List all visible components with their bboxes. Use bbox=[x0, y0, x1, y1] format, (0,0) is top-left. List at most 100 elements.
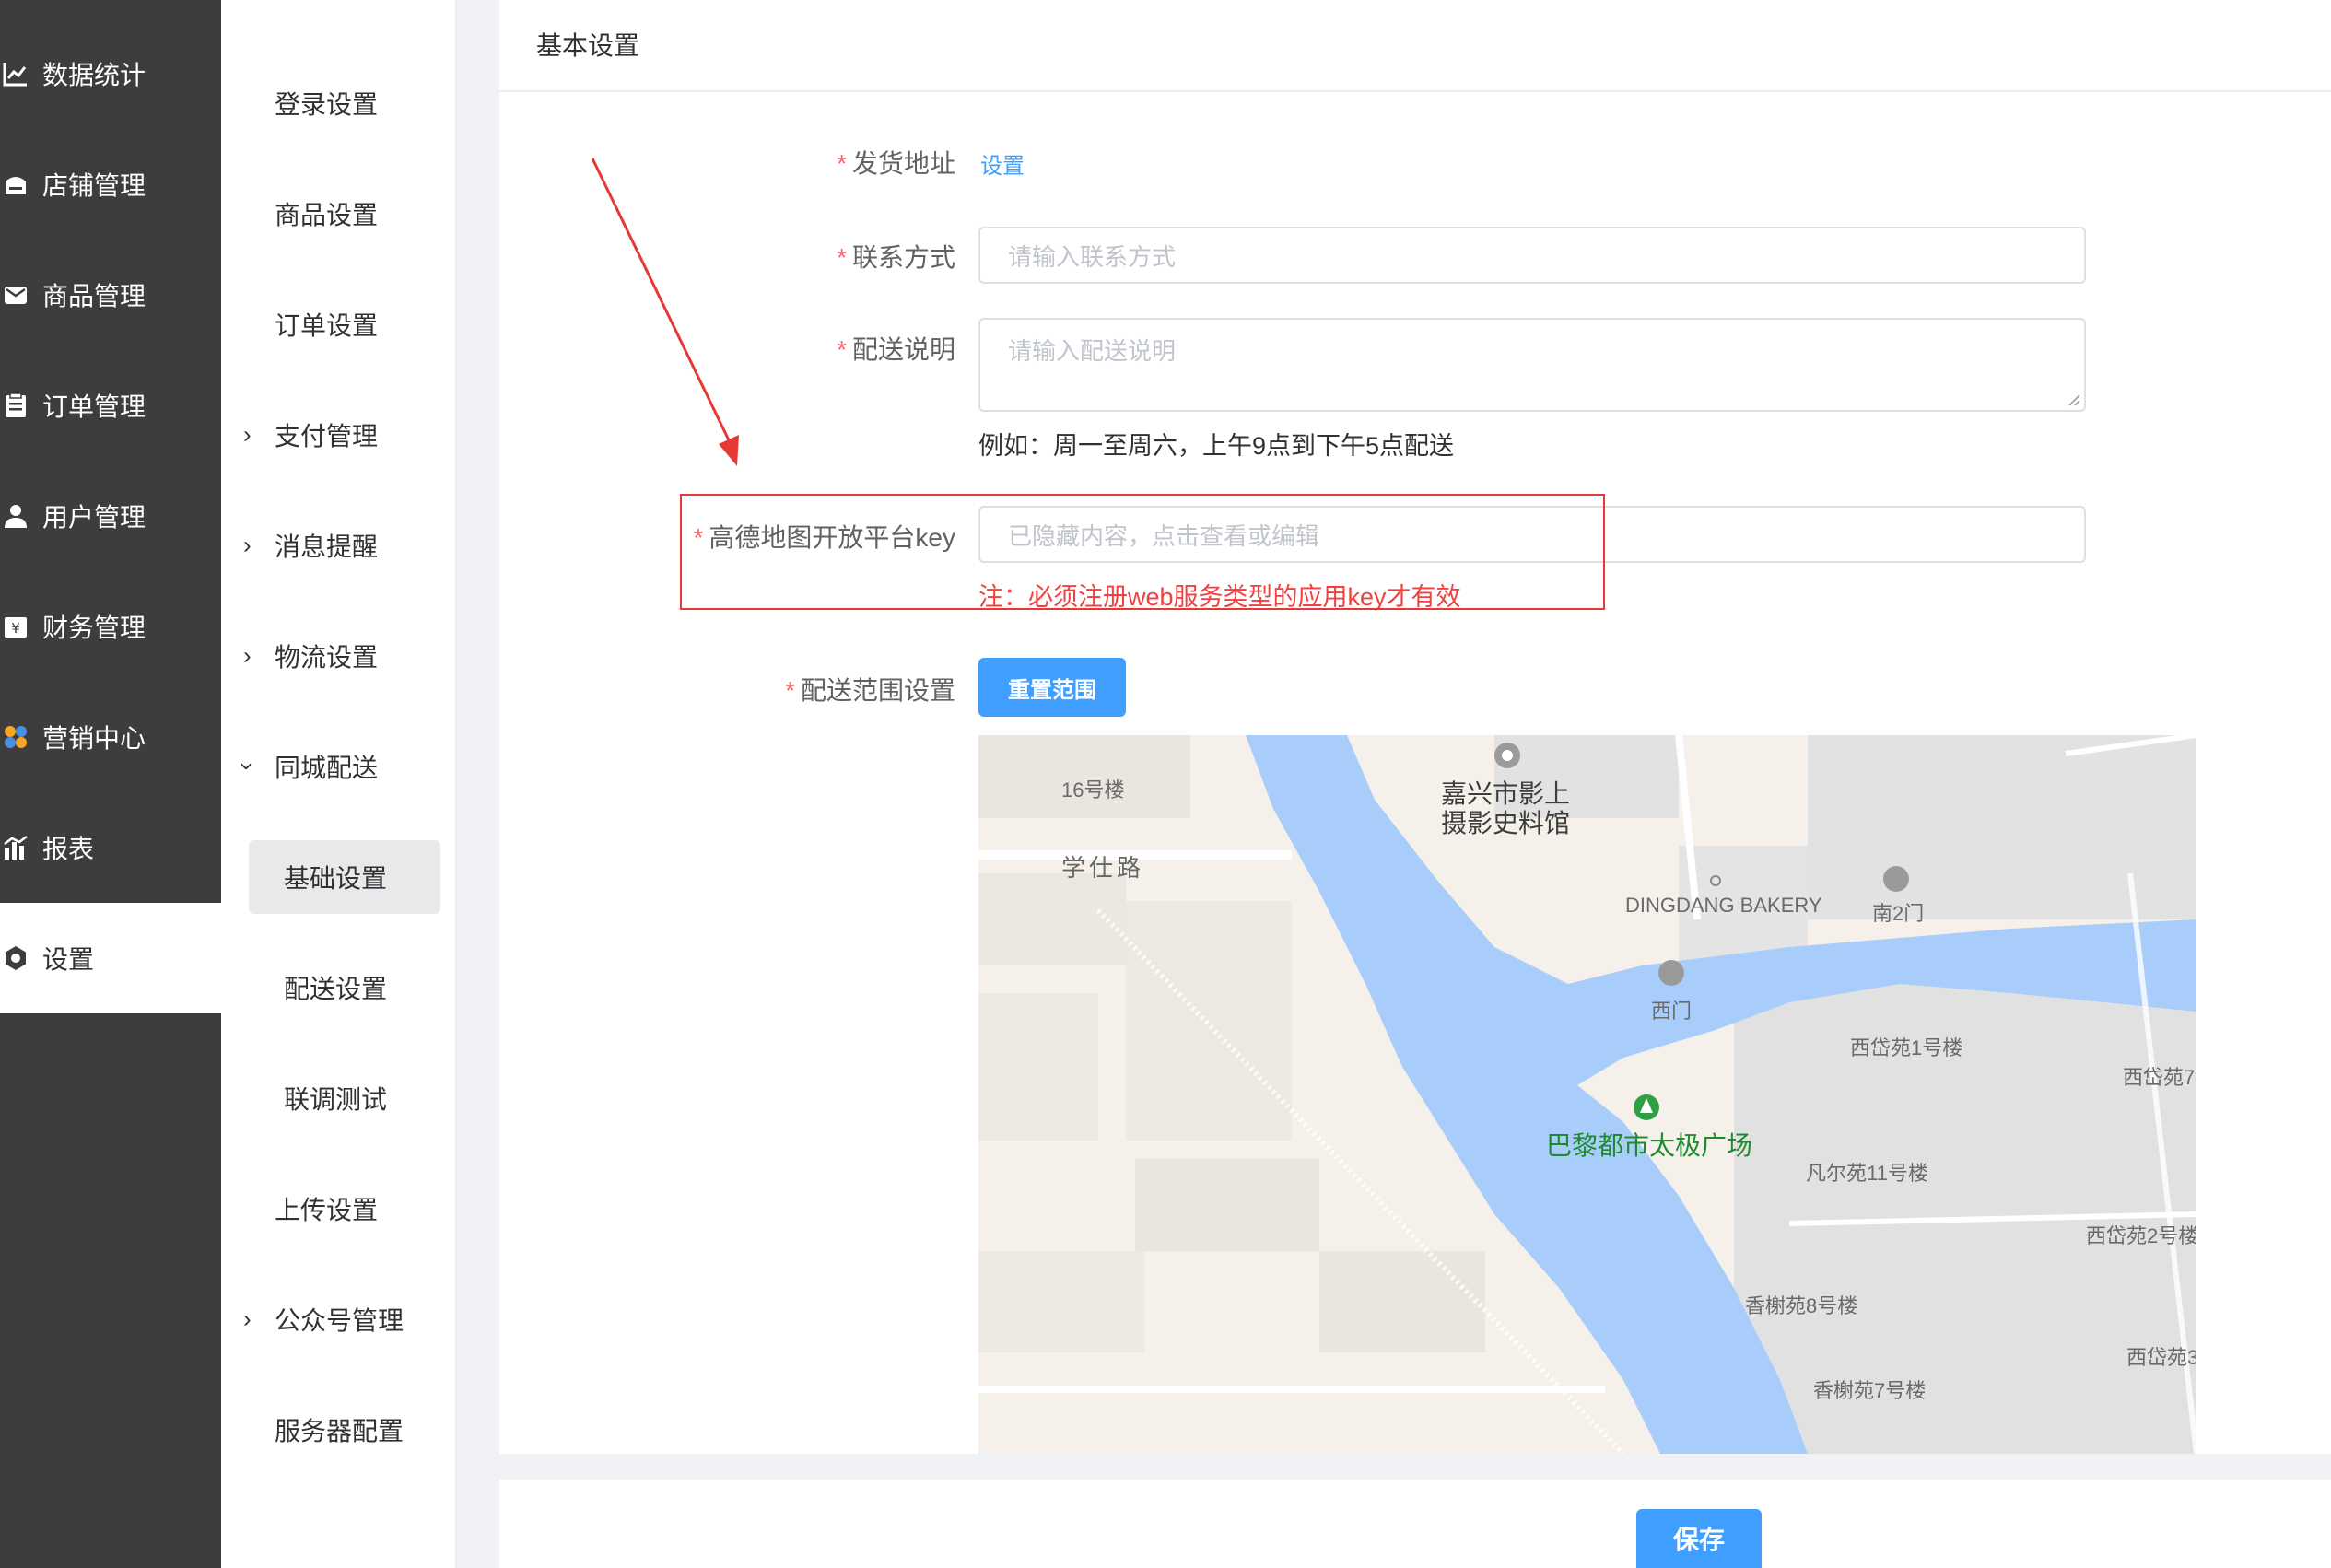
set-address-link[interactable]: 设置 bbox=[980, 147, 1025, 180]
marketing-icon bbox=[2, 723, 29, 751]
subnav-integration-test[interactable]: 联调测试 bbox=[221, 1061, 457, 1135]
required-mark: * bbox=[837, 149, 847, 178]
card-header: 基本设置 bbox=[499, 0, 2331, 92]
subnav-basic-settings[interactable]: 基础设置 bbox=[249, 840, 440, 914]
subnav-notifications[interactable]: › 消息提醒 bbox=[221, 509, 457, 582]
subnav-label: 服务器配置 bbox=[275, 1417, 404, 1445]
nav-label: 店铺管理 bbox=[42, 171, 146, 200]
mail-icon bbox=[2, 281, 29, 309]
map-label-bakery: DINGDANG BAKERY bbox=[1625, 894, 1822, 917]
chevron-right-icon: › bbox=[243, 531, 252, 559]
subnav-local-delivery[interactable]: › 同城配送 bbox=[221, 730, 457, 803]
subnav-label: 配送设置 bbox=[284, 975, 388, 1003]
map-label-road: 学仕路 bbox=[1061, 854, 1145, 882]
delivery-desc-label: * 配送说明 bbox=[837, 330, 955, 367]
nav-item-reports[interactable]: 报表 bbox=[0, 792, 221, 903]
sub-sidebar: 登录设置 商品设置 订单设置 › 支付管理 › 消息提醒 › 物流设置 › 同城配送 基… bbox=[221, 0, 457, 1568]
nav-label: 财务管理 bbox=[42, 614, 146, 642]
subnav-server-config[interactable]: 服务器配置 bbox=[221, 1393, 457, 1467]
nav-item-settings[interactable]: 设置 bbox=[0, 903, 221, 1013]
reset-range-button[interactable]: 重置范围 bbox=[978, 658, 1126, 717]
nav-item-shop[interactable]: 店铺管理 bbox=[0, 129, 221, 240]
subnav-label: 同城配送 bbox=[275, 754, 379, 782]
chart-line-icon bbox=[2, 60, 29, 88]
label-text: 联系方式 bbox=[851, 243, 955, 272]
required-mark: * bbox=[785, 676, 795, 705]
nav-item-statistics[interactable]: 数据统计 bbox=[0, 18, 221, 129]
subnav-label: 物流设置 bbox=[275, 643, 379, 672]
subnav-label: 商品设置 bbox=[275, 201, 379, 229]
map-label: 香榭苑8号楼 bbox=[1745, 1294, 1858, 1317]
subnav-label: 登录设置 bbox=[275, 90, 379, 119]
subnav-delivery-settings[interactable]: 配送设置 bbox=[221, 951, 457, 1024]
subnav-label: 上传设置 bbox=[275, 1196, 379, 1224]
label-text: 发货地址 bbox=[851, 149, 955, 178]
delivery-range-map[interactable]: 16号楼 学仕路 嘉兴市影上 摄影史料馆 DINGDANG BAKERY 南2门… bbox=[978, 735, 2196, 1454]
chevron-down-icon: › bbox=[233, 762, 262, 771]
map-label-museum: 摄影史料馆 bbox=[1441, 809, 1571, 837]
subnav-upload-settings[interactable]: 上传设置 bbox=[221, 1172, 457, 1246]
contact-label: * 联系方式 bbox=[837, 238, 955, 275]
save-button[interactable]: 保存 bbox=[1636, 1509, 1762, 1568]
nav-item-finance[interactable]: ¥ 财务管理 bbox=[0, 571, 221, 682]
annotation-highlight-box bbox=[680, 494, 1605, 610]
subnav-label: 联调测试 bbox=[284, 1085, 388, 1114]
ship-address-label: * 发货地址 bbox=[837, 144, 955, 181]
map-label: 西岱苑3 bbox=[2126, 1346, 2196, 1369]
map-canvas bbox=[978, 735, 2196, 1454]
resize-handle-icon[interactable] bbox=[2066, 392, 2080, 406]
clipboard-icon bbox=[2, 392, 29, 419]
placeholder-text: 请输入联系方式 bbox=[1008, 242, 1177, 271]
subnav-goods-settings[interactable]: 商品设置 bbox=[221, 177, 457, 251]
nav-item-goods[interactable]: 商品管理 bbox=[0, 240, 221, 350]
delivery-range-label: * 配送范围设置 bbox=[785, 671, 955, 708]
map-label: 香榭苑7号楼 bbox=[1813, 1379, 1927, 1402]
placeholder-text: 请输入配送说明 bbox=[1008, 337, 1177, 365]
nav-item-marketing[interactable]: 营销中心 bbox=[0, 682, 221, 792]
map-label: 凡尔苑11号楼 bbox=[1806, 1162, 1928, 1185]
subnav-order-settings[interactable]: 订单设置 bbox=[221, 287, 457, 361]
delivery-desc-textarea[interactable]: 请输入配送说明 bbox=[978, 318, 2086, 412]
required-mark: * bbox=[837, 243, 847, 272]
subnav-label: 支付管理 bbox=[275, 422, 379, 451]
bar-chart-icon bbox=[2, 834, 29, 861]
nav-label: 设置 bbox=[42, 945, 95, 974]
required-mark: * bbox=[837, 335, 847, 364]
label-text: 配送范围设置 bbox=[800, 676, 955, 705]
nav-label: 订单管理 bbox=[42, 392, 146, 421]
subnav-label: 消息提醒 bbox=[275, 532, 379, 561]
map-label-plaza: 巴黎都市太极广场 bbox=[1546, 1131, 1753, 1160]
map-label-gate: 西门 bbox=[1651, 1000, 1693, 1023]
nav-label: 报表 bbox=[42, 835, 95, 863]
map-label-gate: 南2门 bbox=[1872, 902, 1925, 925]
map-label: 西岱苑1号楼 bbox=[1850, 1036, 1963, 1059]
footer-bar bbox=[499, 1480, 2331, 1568]
label-text: 配送说明 bbox=[851, 335, 955, 364]
subnav-label: 订单设置 bbox=[275, 311, 379, 340]
user-icon bbox=[2, 502, 29, 530]
gear-icon bbox=[2, 944, 29, 972]
nav-label: 用户管理 bbox=[42, 503, 146, 532]
svg-text:¥: ¥ bbox=[11, 620, 20, 637]
nav-item-orders[interactable]: 订单管理 bbox=[0, 350, 221, 461]
card-title: 基本设置 bbox=[536, 31, 640, 60]
nav-label: 营销中心 bbox=[42, 724, 146, 753]
subnav-logistics[interactable]: › 物流设置 bbox=[221, 619, 457, 693]
delivery-desc-hint: 例如：周一至周六，上午9点到下午5点配送 bbox=[978, 432, 1455, 460]
chevron-right-icon: › bbox=[243, 641, 252, 670]
contact-input[interactable]: 请输入联系方式 bbox=[978, 227, 2086, 284]
nav-label: 数据统计 bbox=[42, 61, 146, 89]
subnav-label: 公众号管理 bbox=[275, 1306, 404, 1335]
main-sidebar: 数据统计 店铺管理 商品管理 订单管理 用户管理 ¥ 财务管理 营销中心 报表 … bbox=[0, 0, 221, 1568]
nav-item-users[interactable]: 用户管理 bbox=[0, 461, 221, 571]
subnav-label: 基础设置 bbox=[284, 864, 388, 893]
nav-label: 商品管理 bbox=[42, 282, 146, 310]
map-label: 西岱苑2号楼 bbox=[2086, 1224, 2196, 1247]
chevron-right-icon: › bbox=[243, 1305, 252, 1333]
subnav-official-account[interactable]: › 公众号管理 bbox=[221, 1282, 457, 1356]
map-label: 16号楼 bbox=[1061, 778, 1125, 802]
map-label: 西岱苑7 bbox=[2123, 1066, 2196, 1089]
shop-icon bbox=[2, 170, 29, 198]
subnav-payment[interactable]: › 支付管理 bbox=[221, 398, 457, 472]
subnav-login-settings[interactable]: 登录设置 bbox=[221, 66, 457, 140]
